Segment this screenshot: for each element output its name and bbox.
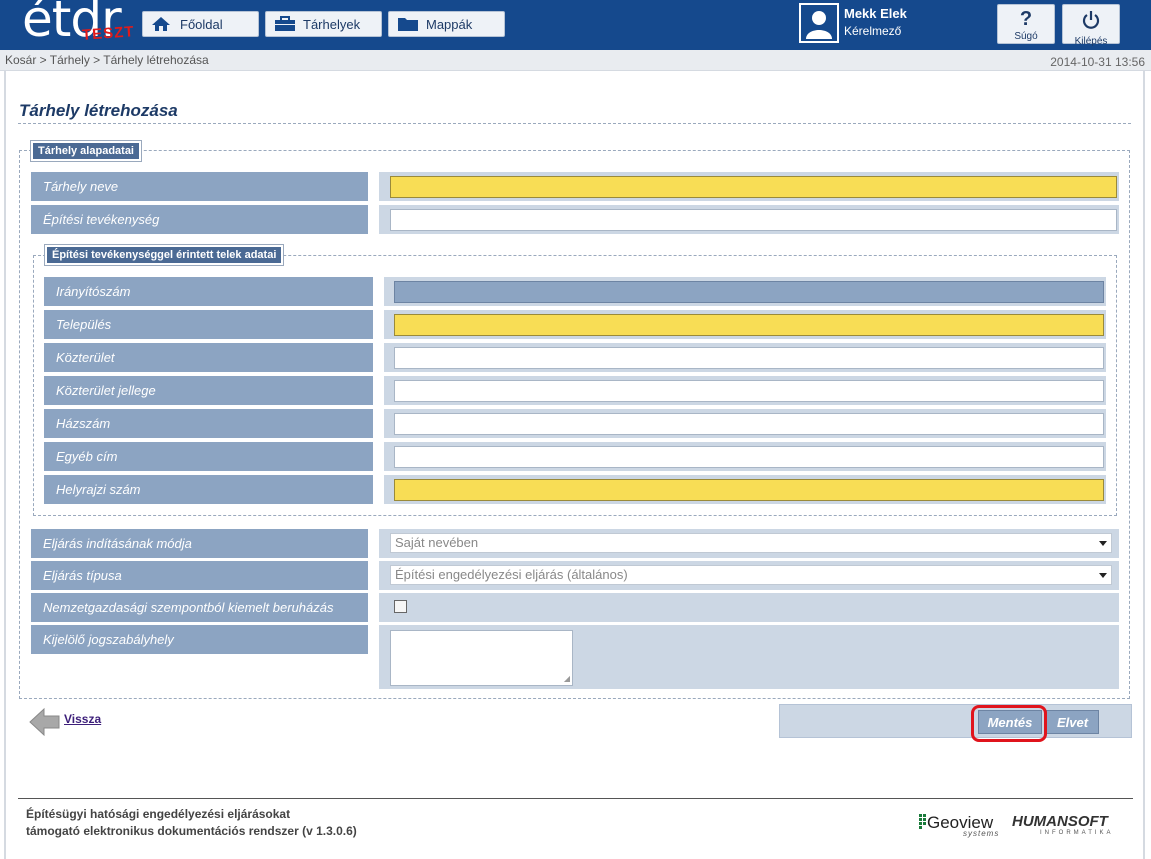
nav-storage-label: Tárhelyek (303, 16, 361, 32)
breadcrumb[interactable]: Kosár > Tárhely > Tárhely létrehozása (5, 53, 209, 67)
start-mode-label: Eljárás indításának módja (31, 529, 368, 558)
procedure-type-value: Építési engedélyezési eljárás (általános… (395, 567, 628, 582)
street-type-input[interactable] (394, 380, 1104, 402)
folder-icon (397, 16, 418, 32)
nav-storage-button[interactable]: Tárhelyek (265, 11, 382, 37)
nav-home-label: Főoldal (180, 16, 223, 32)
other-address-label: Egyéb cím (44, 442, 373, 471)
user-name: Mekk Elek (844, 6, 907, 21)
avatar[interactable] (799, 3, 839, 43)
humansoft-subtitle: INFORMATIKA (1040, 830, 1114, 836)
priority-investment-cell (379, 593, 1119, 622)
nav-home-button[interactable]: Főoldal (142, 11, 259, 37)
street-type-label: Közterület jellege (44, 376, 373, 405)
page-title: Tárhely létrehozása (19, 101, 178, 120)
back-arrow-icon[interactable] (29, 707, 61, 737)
briefcase-icon (274, 16, 295, 32)
nav-folders-label: Mappák (426, 16, 473, 32)
power-icon (1063, 7, 1119, 36)
start-mode-select[interactable]: Saját nevében (390, 533, 1112, 553)
legal-reference-textarea[interactable]: ◢ (390, 630, 573, 686)
postal-code-input (394, 281, 1104, 303)
help-label: Súgó (1014, 31, 1038, 42)
procedure-type-select[interactable]: Építési engedélyezési eljárás (általános… (390, 565, 1112, 585)
storage-name-input[interactable] (390, 176, 1117, 198)
parcel-number-label: Helyrajzi szám (44, 475, 373, 504)
construction-activity-input[interactable] (390, 209, 1117, 231)
house-number-input[interactable] (394, 413, 1104, 435)
logout-button[interactable]: Kilépés (1062, 4, 1120, 47)
construction-activity-label: Építési tevékenység (31, 205, 368, 234)
house-number-label: Házszám (44, 409, 373, 438)
basic-data-legend: Tárhely alapadatai (30, 140, 142, 162)
start-mode-value: Saját nevében (395, 535, 479, 550)
footer-divider (18, 798, 1133, 799)
settlement-label: Település (44, 310, 373, 339)
street-label: Közterület (44, 343, 373, 372)
chevron-down-icon (1099, 541, 1107, 546)
settlement-input[interactable] (394, 314, 1104, 336)
question-icon: ? (1019, 8, 1033, 30)
help-button[interactable]: ? Súgó (997, 4, 1055, 44)
procedure-type-label: Eljárás típusa (31, 561, 368, 590)
nav-folders-button[interactable]: Mappák (388, 11, 505, 37)
logout-label: Kilépés (1074, 36, 1108, 47)
save-highlight-marker (971, 705, 1047, 742)
resize-grip-icon[interactable]: ◢ (564, 674, 570, 683)
test-badge: TESZT (81, 23, 136, 44)
parcel-data-legend: Építési tevékenységgel érintett telek ad… (43, 244, 285, 266)
other-address-input[interactable] (394, 446, 1104, 468)
street-input[interactable] (394, 347, 1104, 369)
footer-line-2: támogató elektronikus dokumentációs rend… (26, 824, 357, 838)
current-datetime: 2014-10-31 13:56 (1050, 55, 1145, 69)
geoview-mark-icon (919, 814, 926, 829)
priority-investment-checkbox[interactable] (394, 600, 407, 613)
storage-name-label: Tárhely neve (31, 172, 368, 201)
discard-button[interactable]: Elvet (1046, 710, 1099, 734)
geoview-subtitle: systems (963, 829, 1000, 838)
user-role: Kérelmező (844, 24, 902, 38)
priority-investment-label: Nemzetgazdasági szempontból kiemelt beru… (31, 593, 368, 622)
parcel-number-input[interactable] (394, 479, 1104, 501)
user-icon (801, 5, 837, 41)
back-link[interactable]: Vissza (64, 712, 101, 726)
title-divider (18, 123, 1131, 124)
home-icon (151, 16, 171, 32)
humansoft-logo: HUMANSOFT (1012, 813, 1108, 830)
postal-code-label: Irányítószám (44, 277, 373, 306)
legal-reference-label: Kijelölő jogszabályhely (31, 625, 368, 654)
chevron-down-icon (1099, 573, 1107, 578)
footer-line-1: Építésügyi hatósági engedélyezési eljárá… (26, 807, 291, 821)
